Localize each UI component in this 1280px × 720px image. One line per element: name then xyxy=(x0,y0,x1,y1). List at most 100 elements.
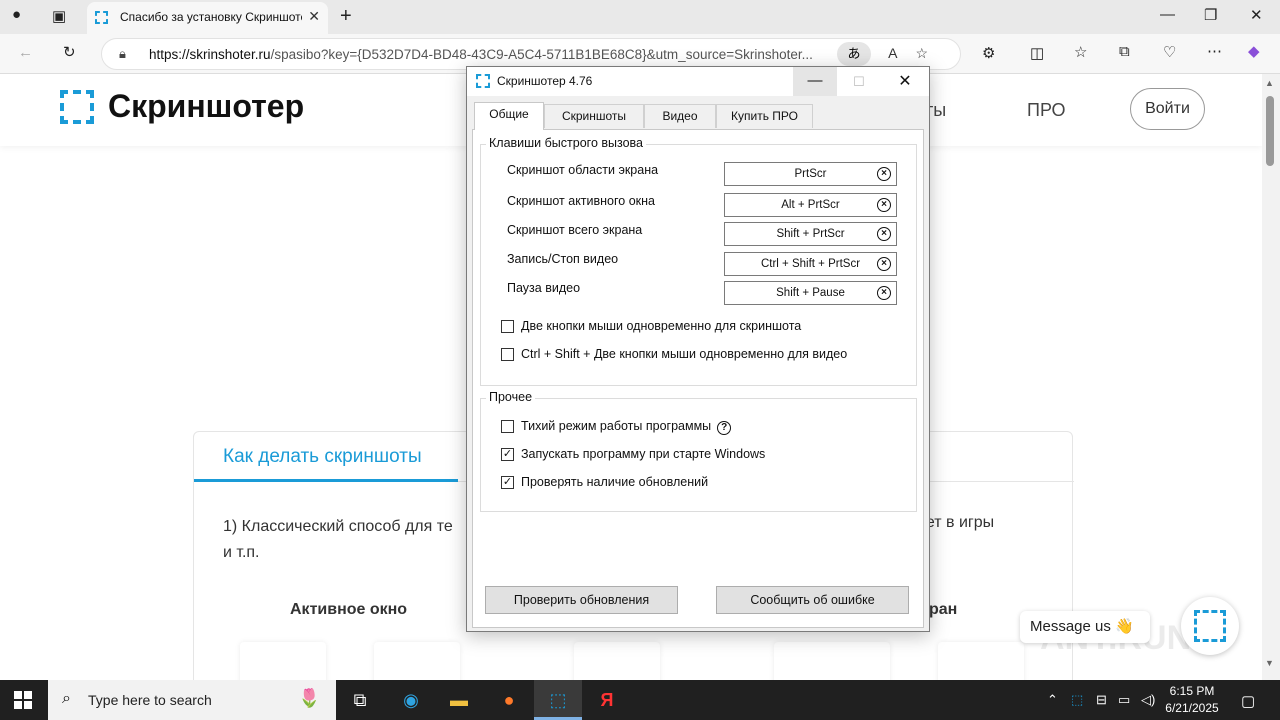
dialog-titlebar[interactable]: Скриншотер 4.76 — ☐ ✕ xyxy=(467,67,929,96)
translate-icon[interactable]: あ xyxy=(837,42,871,66)
copilot-icon[interactable]: ◆ xyxy=(1248,42,1260,60)
example-thumbnail xyxy=(774,642,890,680)
scroll-thumb[interactable] xyxy=(1266,96,1274,166)
file-explorer-icon[interactable]: ▬ xyxy=(435,680,483,720)
profile-icon[interactable]: ● xyxy=(12,6,21,23)
tab-how-to-screenshot[interactable]: Как делать скриншоты xyxy=(223,446,422,468)
tray-network-icon[interactable]: ⊟ xyxy=(1096,692,1107,708)
checkbox-checked[interactable]: ✓ xyxy=(501,476,514,489)
firefox-icon[interactable]: ● xyxy=(485,680,533,720)
checkbox[interactable] xyxy=(501,348,514,361)
clear-hotkey-icon[interactable]: × xyxy=(877,167,891,181)
new-tab-icon[interactable]: + xyxy=(340,5,352,28)
checkbox-checked[interactable]: ✓ xyxy=(501,448,514,461)
hotkey-field-record[interactable]: Ctrl + Shift + PrtScr × xyxy=(724,252,897,276)
url-actions[interactable]: A☆ xyxy=(888,45,946,62)
edge-icon[interactable]: ◉ xyxy=(387,680,435,720)
hotkey-field-pause[interactable]: Shift + Pause × xyxy=(724,281,897,305)
login-button[interactable]: Войти xyxy=(1130,88,1205,130)
clear-hotkey-icon[interactable]: × xyxy=(877,257,891,271)
tray-wifi-icon[interactable]: ▭ xyxy=(1118,692,1130,708)
tray-overflow-icon[interactable]: ⌃ xyxy=(1047,692,1058,708)
browser-tab-active[interactable]: Спасибо за установку Скриншотера ✕ xyxy=(87,2,328,34)
skrinshoter-taskbar-icon[interactable]: ⬚ xyxy=(534,680,582,720)
help-icon[interactable]: ? xyxy=(717,421,732,435)
browser-essentials-icon[interactable]: ♡ xyxy=(1163,43,1176,61)
tulip-icon: 🌷 xyxy=(298,688,321,708)
more-menu-icon[interactable]: ⋯ xyxy=(1207,42,1222,60)
tab-video[interactable]: Видео xyxy=(644,104,716,128)
hotkey-label: Пауза видео xyxy=(507,281,581,295)
search-placeholder: Type here to search xyxy=(88,692,212,708)
split-screen-icon[interactable]: ◫ xyxy=(1030,44,1044,62)
other-group-label: Прочее xyxy=(486,390,536,404)
tab-close-icon[interactable]: ✕ xyxy=(308,8,320,25)
hotkey-field-area[interactable]: PrtScr × xyxy=(724,162,897,186)
dialog-minimize-button[interactable]: — xyxy=(793,67,837,96)
chat-widget-button[interactable] xyxy=(1181,597,1239,655)
logo-icon[interactable] xyxy=(60,90,94,124)
dialog-close-button[interactable]: ✕ xyxy=(881,67,929,96)
refresh-icon[interactable]: ↻ xyxy=(63,43,76,61)
lock-icon: 🔒︎ xyxy=(119,46,126,61)
url-text: https://skrinshoter.ru/spasibo?key={D532… xyxy=(149,47,813,62)
extensions-icon[interactable]: ⚙ xyxy=(982,44,995,62)
hotkey-label: Скриншот активного окна xyxy=(507,194,655,208)
other-group: Прочее Тихий режим работы программы? ✓ З… xyxy=(480,390,917,512)
example-thumbnail xyxy=(574,642,660,680)
hotkeys-group-label: Клавиши быстрого вызова xyxy=(486,136,646,150)
hotkey-label: Скриншот области экрана xyxy=(507,163,659,177)
yandex-icon[interactable]: Я xyxy=(583,680,631,720)
tab-buy-pro[interactable]: Купить ПРО xyxy=(716,104,813,128)
active-tab-underline xyxy=(194,479,458,482)
checkbox[interactable] xyxy=(501,420,514,433)
page-scrollbar[interactable]: ▲ ▼ xyxy=(1262,74,1280,680)
hotkey-field-fullscreen[interactable]: Shift + PrtScr × xyxy=(724,222,897,246)
browser-tab-bar: ● ▣ Спасибо за установку Скриншотера ✕ +… xyxy=(0,0,1280,34)
example-thumbnail xyxy=(938,642,1024,680)
tray-volume-icon[interactable]: ◁) xyxy=(1141,692,1155,708)
settings-dialog: Скриншотер 4.76 — ☐ ✕ Общие Скриншоты Ви… xyxy=(466,66,930,632)
scroll-up-icon[interactable]: ▲ xyxy=(1265,78,1274,88)
tray-skrinshoter-icon[interactable]: ⬚ xyxy=(1071,692,1083,708)
chat-icon xyxy=(1194,610,1226,642)
window-close-icon[interactable]: ✕ xyxy=(1250,6,1263,24)
tab-title: Спасибо за установку Скриншотера xyxy=(120,10,302,24)
clear-hotkey-icon[interactable]: × xyxy=(877,227,891,241)
column-title-active-window: Активное окно xyxy=(290,601,408,618)
skrinshoter-favicon-icon xyxy=(95,11,108,24)
nav-item-pro[interactable]: ПРО xyxy=(1027,100,1066,121)
clear-hotkey-icon[interactable]: × xyxy=(877,286,891,300)
hotkey-field-window[interactable]: Alt + PrtScr × xyxy=(724,193,897,217)
check-updates-button[interactable]: Проверить обновления xyxy=(485,586,678,614)
logo-text[interactable]: Скриншотер xyxy=(108,88,304,125)
collections-icon[interactable]: ⧉ xyxy=(1119,43,1130,60)
report-error-button[interactable]: Сообщить об ошибке xyxy=(716,586,909,614)
task-view-icon[interactable]: ⧉ xyxy=(336,680,384,720)
tab-screenshots[interactable]: Скриншоты xyxy=(544,104,644,128)
tab-general[interactable]: Общие xyxy=(474,102,544,130)
back-icon[interactable]: ← xyxy=(18,44,33,61)
tab-actions-icon[interactable]: ▣ xyxy=(52,7,66,25)
scroll-down-icon[interactable]: ▼ xyxy=(1265,658,1274,668)
favorites-icon[interactable]: ☆ xyxy=(1074,43,1087,61)
column-title-right: ран xyxy=(929,601,958,618)
search-icon: ⌕ xyxy=(62,690,71,707)
hotkey-label: Запись/Стоп видео xyxy=(507,252,619,266)
window-minimize-icon[interactable]: — xyxy=(1160,6,1175,23)
checkbox[interactable] xyxy=(501,320,514,333)
hotkeys-group: Клавиши быстрого вызова Скриншот области… xyxy=(480,136,917,386)
example-thumbnail xyxy=(374,642,460,680)
start-button[interactable] xyxy=(14,691,32,709)
taskbar-search[interactable]: ⌕ Type here to search 🌷 xyxy=(48,680,336,720)
app-icon xyxy=(476,74,490,88)
dialog-maximize-button: ☐ xyxy=(853,74,865,89)
hotkey-label: Скриншот всего экрана xyxy=(507,223,643,237)
notifications-icon[interactable]: ▢ xyxy=(1241,692,1255,710)
example-thumbnail xyxy=(240,642,326,680)
clear-hotkey-icon[interactable]: × xyxy=(877,198,891,212)
chat-message-bubble[interactable]: Message us 👋 xyxy=(1020,611,1150,643)
taskbar-clock[interactable]: 6:15 PM 6/21/2025 xyxy=(1163,683,1221,717)
general-settings-panel: Клавиши быстрого вызова Скриншот области… xyxy=(472,129,924,628)
window-restore-icon[interactable]: ❐ xyxy=(1204,6,1217,24)
